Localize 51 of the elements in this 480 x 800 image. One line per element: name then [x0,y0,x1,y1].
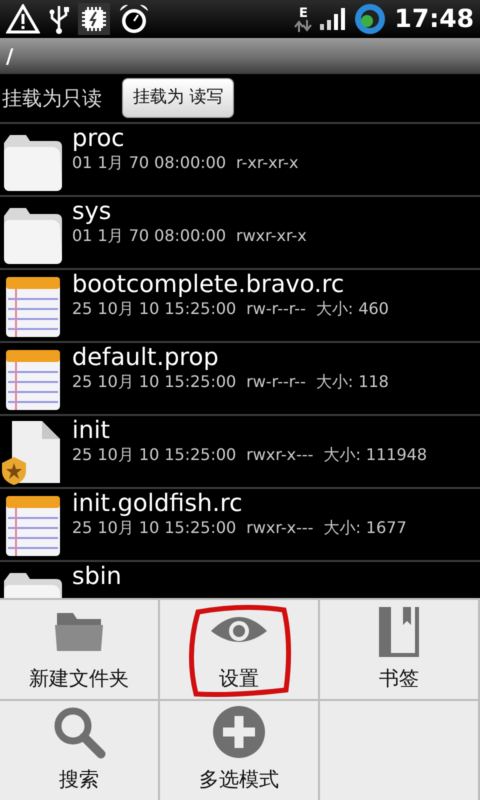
file-permissions: rw-r--r-- [246,298,306,320]
mount-read-write-button[interactable]: 挂载为 读写 [122,78,234,118]
file-row[interactable]: init.goldfish.rc 25 10月 10 15:25:00 rwxr-x--- 大小: 1677 [0,487,480,560]
alarm-clock-icon [118,3,150,35]
network-type-label: E [298,6,308,20]
menu-item[interactable]: 设置 [160,598,320,699]
file-date: 01 1月 70 08:00:00 [72,225,226,248]
menu-item-label: 多选模式 [199,766,279,793]
menu-item-label: 新建文件夹 [29,665,129,692]
file-row[interactable]: default.prop 25 10月 10 15:25:00 rw-r--r-- 大小: 118 [0,341,480,414]
file-name: sbin [72,563,122,590]
chip-icon [78,3,110,35]
file-permissions: rwxr-xr-x [236,225,307,248]
file-name: default.prop [72,344,220,370]
file-size: 大小: 460 [316,298,389,320]
file-date: 25 10月 10 15:25:00 [72,371,236,394]
menu-item[interactable]: 搜索 [0,699,160,800]
warning-icon [6,4,40,34]
file-date: 01 1月 70 08:00:00 [72,152,226,174]
file-row[interactable]: sys 01 1月 70 08:00:00 rwxr-xr-x [0,195,480,268]
file-row[interactable]: init 25 10月 10 15:25:00 rwxr-x--- 大小: 111948 [0,414,480,487]
menu-item-label: 书签 [379,665,419,692]
file-date: 25 10月 10 15:25:00 [72,444,236,466]
file-date: 25 10月 10 15:25:00 [72,298,236,320]
file-name: proc [72,125,126,152]
file-size: 大小: 1677 [323,517,407,540]
file-name: init.goldfish.rc [72,490,244,516]
file-row[interactable]: bootcomplete.bravo.rc 25 10月 10 15:25:00 rw-r--r-- 大小: 460 [0,268,480,341]
file-name: bootcomplete.bravo.rc [72,271,346,298]
menu-item[interactable]: 新建文件夹 [0,598,160,699]
menu-item-label: 搜索 [59,766,99,793]
mount-status-label: 挂载为只读 [2,85,102,112]
file-name: sys [72,198,112,224]
file-row[interactable]: proc 01 1月 70 08:00:00 r-xr-xr-x [0,122,480,195]
file-date: 25 10月 10 15:25:00 [72,517,236,540]
data-arrows-icon [294,20,312,32]
file-name: init [72,417,111,444]
signal-icon [320,8,346,30]
usb-icon [48,4,70,34]
menu-item-label: 设置 [219,665,259,692]
menu-item[interactable]: 书签 [320,598,480,699]
path-label: / [6,43,14,70]
menu-item[interactable]: 多选模式 [160,699,320,800]
file-size: 大小: 118 [316,371,389,394]
file-permissions: rwxr-x--- [246,517,314,540]
status-time: 17:48 [394,3,474,36]
file-permissions: rw-r--r-- [246,371,306,394]
file-size: 大小: 111948 [323,444,428,466]
file-permissions: rwxr-x--- [246,444,314,466]
file-permissions: r-xr-xr-x [236,152,298,174]
plus-icon [211,704,267,760]
